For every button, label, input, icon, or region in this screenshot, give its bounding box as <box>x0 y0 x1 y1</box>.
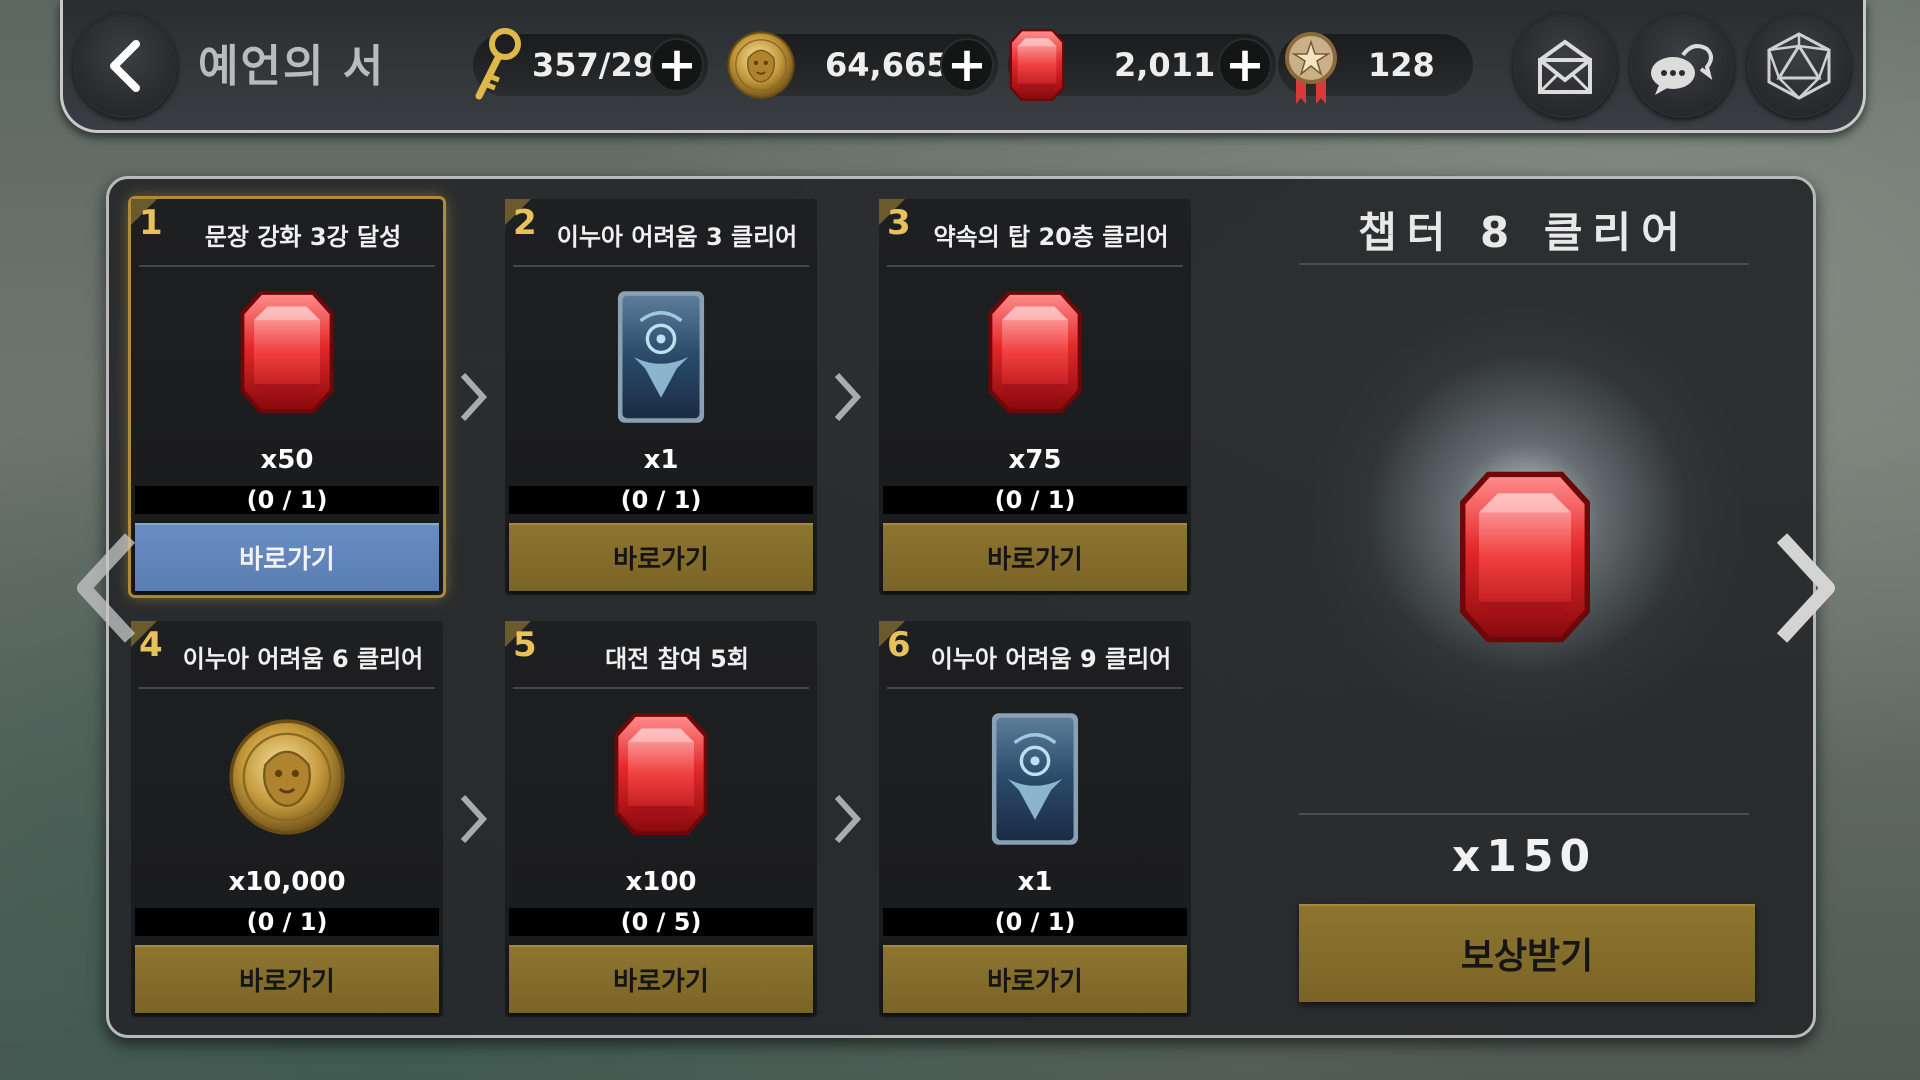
go-button[interactable]: 바로가기 <box>135 523 439 591</box>
lion-coin-icon <box>227 717 347 837</box>
reward-icon-wrap <box>131 711 443 851</box>
medal-currency: 128 <box>1278 32 1473 104</box>
reward-icon-wrap <box>879 289 1191 429</box>
chevron-right-icon <box>834 372 862 422</box>
claim-reward-button[interactable]: 보상받기 <box>1299 904 1755 1002</box>
chevron-right-icon <box>460 794 488 844</box>
add-key-button[interactable]: + <box>650 38 704 92</box>
chapter-title: 챕터 8 클리어 <box>1358 208 1690 257</box>
mail-button[interactable] <box>1513 14 1617 118</box>
mission-progress: (0 / 5) <box>509 908 813 936</box>
prev-page-arrow-icon[interactable] <box>72 528 142 648</box>
gold-count: 64,665 <box>825 46 949 84</box>
reward-quantity: x50 <box>260 445 314 475</box>
divider <box>513 265 809 267</box>
mission-progress: (0 / 1) <box>883 486 1187 514</box>
red-gem-icon <box>1455 469 1595 645</box>
go-button[interactable]: 바로가기 <box>509 523 813 591</box>
red-gem-icon <box>611 711 711 837</box>
chevron-right-icon <box>834 794 862 844</box>
mission-card-2[interactable]: 2 이누아 어려움 3 클리어 x1 (0 / 1) 바로가기 <box>505 199 817 595</box>
add-ruby-button[interactable]: + <box>1218 38 1272 92</box>
mission-number: 4 <box>139 625 163 665</box>
mission-number: 2 <box>513 203 537 243</box>
mission-progress: (0 / 1) <box>883 908 1187 936</box>
mission-card-1[interactable]: 1 문장 강화 3강 달성 x50 (0 / 1) 바로가기 <box>131 199 443 595</box>
mission-card-5[interactable]: 5 대전 참여 5회 x100 (0 / 5) 바로가기 <box>505 621 817 1017</box>
ruby-count: 2,011 <box>1114 46 1216 84</box>
reward-icon-wrap <box>505 289 817 429</box>
mail-icon <box>1538 39 1592 94</box>
mission-title: 이누아 어려움 9 클리어 <box>930 645 1172 673</box>
mission-number: 6 <box>887 625 911 665</box>
medal-icon <box>1285 32 1337 104</box>
red-gem-icon <box>1008 28 1066 102</box>
back-button[interactable] <box>73 14 177 118</box>
mission-card-4[interactable]: 4 이누아 어려움 6 클리어 x10,000 (0 / 1) 바로가기 <box>131 621 443 1017</box>
ruby-currency: 2,011 + <box>1008 34 1276 96</box>
reward-icon-wrap <box>131 289 443 429</box>
reward-quantity: x1 <box>1017 867 1053 897</box>
mission-title: 이누아 어려움 6 클리어 <box>182 645 424 673</box>
mission-title: 약속의 탑 20층 클리어 <box>933 223 1169 251</box>
go-button[interactable]: 바로가기 <box>883 945 1187 1013</box>
mission-card-6[interactable]: 6 이누아 어려움 9 클리어 x1 (0 / 1) 바로가기 <box>879 621 1191 1017</box>
mission-title: 이누아 어려움 3 클리어 <box>556 223 798 251</box>
mission-number: 5 <box>513 625 537 665</box>
go-button[interactable]: 바로가기 <box>509 945 813 1013</box>
reward-quantity: x10,000 <box>228 867 346 897</box>
reward-quantity: x1 <box>643 445 679 475</box>
reward-quantity: x75 <box>1008 445 1062 475</box>
divider <box>139 687 435 689</box>
d20-icon <box>1767 32 1831 100</box>
chapter-reward-quantity: x150 <box>1451 831 1597 882</box>
divider <box>139 265 435 267</box>
card-icon <box>989 711 1081 847</box>
mission-card-3[interactable]: 3 약속의 탑 20층 클리어 x75 (0 / 1) 바로가기 <box>879 199 1191 595</box>
key-currency: 357/29 + <box>473 28 708 100</box>
chapter-reward: 챕터 8 클리어 x150 보상받기 <box>1269 179 1779 1035</box>
top-bar: 예언의 서 357/29 + 64,665 + 2,011 + 128 <box>60 0 1866 133</box>
divider <box>1299 813 1749 815</box>
mission-panel: 1 문장 강화 3강 달성 x50 (0 / 1) 바로가기 2 이누아 어려움… <box>106 176 1816 1038</box>
chat-icon <box>1651 44 1713 95</box>
next-page-arrow-icon[interactable] <box>1770 528 1840 648</box>
dice-button[interactable] <box>1747 14 1851 118</box>
add-gold-button[interactable]: + <box>940 38 994 92</box>
mission-title: 문장 강화 3강 달성 <box>204 223 402 251</box>
card-icon <box>615 289 707 425</box>
go-button[interactable]: 바로가기 <box>135 945 439 1013</box>
mission-progress: (0 / 1) <box>135 486 439 514</box>
divider <box>513 687 809 689</box>
mission-number: 1 <box>139 203 163 243</box>
chevron-right-icon <box>460 372 488 422</box>
mission-progress: (0 / 1) <box>135 908 439 936</box>
lion-coin-icon <box>726 30 796 100</box>
gold-currency: 64,665 + <box>728 34 998 96</box>
go-button[interactable]: 바로가기 <box>883 523 1187 591</box>
red-gem-icon <box>237 289 337 415</box>
key-count: 357/29 <box>532 46 656 84</box>
mission-progress: (0 / 1) <box>509 486 813 514</box>
key-icon <box>475 28 521 100</box>
reward-icon-wrap <box>505 711 817 851</box>
divider <box>887 687 1183 689</box>
divider <box>1299 263 1749 265</box>
red-gem-icon <box>985 289 1085 415</box>
page-title: 예언의 서 <box>198 41 386 92</box>
back-arrow-icon <box>110 40 140 92</box>
medal-count: 128 <box>1368 46 1435 84</box>
chat-button[interactable] <box>1630 14 1734 118</box>
mission-title: 대전 참여 5회 <box>605 645 749 673</box>
mission-number: 3 <box>887 203 911 243</box>
reward-quantity: x100 <box>625 867 697 897</box>
divider <box>887 265 1183 267</box>
reward-icon-wrap <box>879 711 1191 851</box>
